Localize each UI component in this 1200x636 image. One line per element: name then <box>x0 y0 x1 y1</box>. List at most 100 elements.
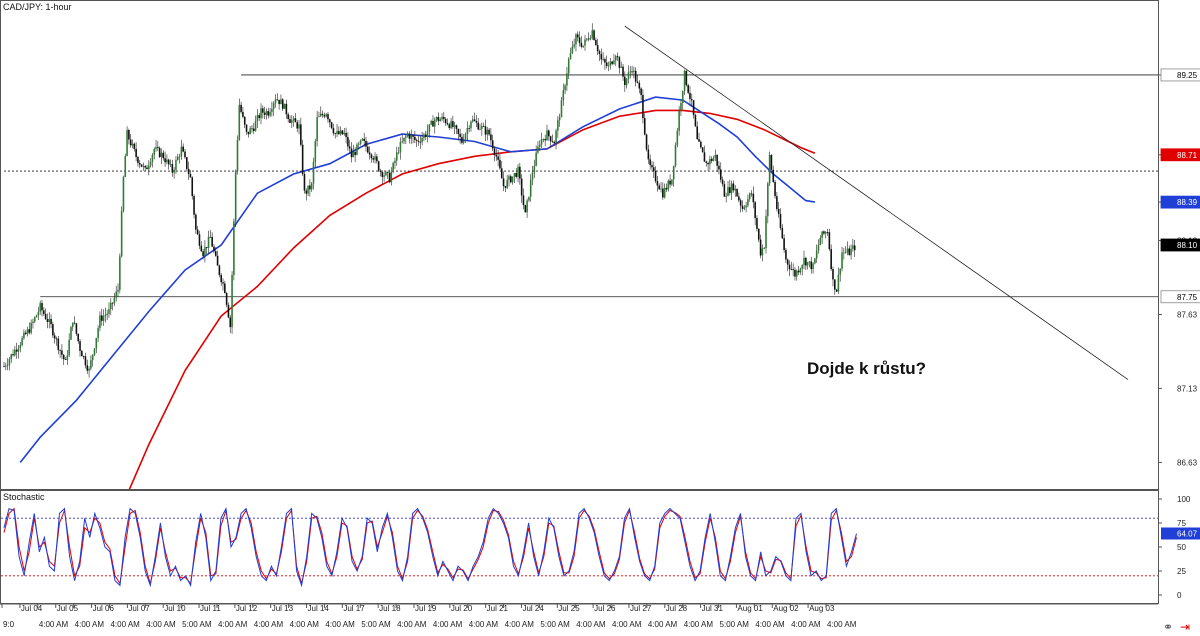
candle-body <box>321 113 324 116</box>
candle-body <box>794 269 796 277</box>
arrow-right-icon[interactable]: ⇥ <box>1180 620 1190 634</box>
candle-body <box>774 181 776 197</box>
candle-body <box>55 338 58 340</box>
candle-body <box>658 185 661 190</box>
candle-body <box>616 56 619 58</box>
candle-body <box>649 159 651 166</box>
time-axis: 9:0 Jul 04 4:00 AM Jul 05 4:00 AM Jul 06 4:00 … <box>1 604 857 629</box>
candle-body <box>504 186 507 188</box>
stoch-tick-label: 0 <box>1177 591 1182 600</box>
candle-body <box>48 318 51 322</box>
candle-body <box>455 125 458 129</box>
candle-body <box>667 180 670 190</box>
price-badge-label: 88.39 <box>1177 198 1198 207</box>
candle-body <box>345 132 347 138</box>
candle-body <box>234 171 237 222</box>
stochastic-pane[interactable] <box>0 490 1159 604</box>
candle-body <box>227 304 230 318</box>
candle-body <box>164 158 166 163</box>
time-tick-label: 4:00 AM <box>75 620 105 629</box>
candle-body <box>310 183 313 190</box>
candle-body <box>718 165 720 170</box>
candle-body <box>600 54 603 60</box>
candle-body <box>224 283 226 294</box>
candle-body <box>698 139 700 142</box>
candle-body <box>435 117 438 120</box>
candle-body <box>705 161 708 163</box>
candle-body <box>225 293 228 305</box>
candle-body <box>453 125 456 127</box>
candle-body <box>377 161 380 171</box>
candle-body <box>555 130 557 144</box>
candle-body <box>837 274 840 292</box>
candle-body <box>79 341 81 351</box>
candle-body <box>129 139 132 146</box>
candle-body <box>748 193 751 200</box>
time-tick-label: Aug 03 <box>809 604 835 613</box>
candle-body <box>754 202 756 219</box>
price-pane[interactable] <box>0 0 1159 490</box>
candle-body <box>490 134 492 141</box>
link-icon[interactable]: ⚭ <box>1163 620 1173 634</box>
candle-body <box>386 172 389 173</box>
time-tick-label: Jul 27 <box>630 604 652 613</box>
candle-body <box>528 196 530 201</box>
candle-body <box>3 366 5 368</box>
candle-body <box>484 126 487 135</box>
candle-body <box>66 355 69 360</box>
candle-body <box>173 169 175 173</box>
candle-body <box>443 116 445 119</box>
time-tick-label: Jul 20 <box>451 604 473 613</box>
candle-body <box>428 124 431 132</box>
candle-body <box>526 200 528 213</box>
candle-body <box>408 133 411 139</box>
candle-body <box>133 143 136 149</box>
time-tick-label: 4:00 AM <box>684 620 714 629</box>
time-tick-label: 4:00 AM <box>505 620 535 629</box>
candle-body <box>104 314 107 316</box>
candle-body <box>486 129 489 135</box>
candle-body <box>50 318 52 325</box>
candle-body <box>128 130 130 140</box>
candle-body <box>602 59 604 60</box>
candle-body <box>229 317 232 328</box>
candle-body <box>372 158 375 160</box>
chart-canvas[interactable]: CAD/JPY: 1-hour Dojde k růstu? Stochasti… <box>0 0 1200 636</box>
candle-body <box>783 238 785 250</box>
candle-body <box>450 121 452 128</box>
candle-body <box>497 156 499 160</box>
candle-body <box>68 339 70 356</box>
candle-body <box>797 270 800 273</box>
stochastic-pane-title: Stochastic <box>3 492 45 502</box>
stochastic-axis: 100 75 50 25 0 64.07 <box>1158 495 1200 600</box>
time-tick-label: Jul 31 <box>702 604 724 613</box>
candle-body <box>444 118 447 124</box>
candle-body <box>738 196 740 201</box>
candle-body <box>459 134 461 137</box>
time-tick-label: 4:00 AM <box>433 620 463 629</box>
price-pane-title: CAD/JPY: 1-hour <box>3 2 72 12</box>
candle-body <box>44 313 47 320</box>
candle-body <box>812 263 814 270</box>
candle-body <box>768 155 771 184</box>
candle-body <box>553 141 556 144</box>
candle-body <box>803 257 805 266</box>
candle-body <box>184 151 186 158</box>
candle-body <box>115 291 118 298</box>
time-tick-label: Jul 17 <box>343 604 365 613</box>
candle-body <box>495 155 498 157</box>
candle-body <box>647 149 650 160</box>
candle-body <box>21 338 23 346</box>
candle-body <box>470 121 472 129</box>
candle-body <box>801 265 804 269</box>
candle-body <box>786 259 789 265</box>
candle-body <box>86 365 89 371</box>
candle-body <box>759 239 762 256</box>
candle-body <box>477 122 480 130</box>
time-tick-label: 4:00 AM <box>39 620 69 629</box>
candle-body <box>200 245 203 252</box>
candle-body <box>595 39 597 46</box>
time-tick-label: Jul 10 <box>164 604 186 613</box>
candle-body <box>403 137 405 142</box>
candle-body <box>327 114 329 120</box>
